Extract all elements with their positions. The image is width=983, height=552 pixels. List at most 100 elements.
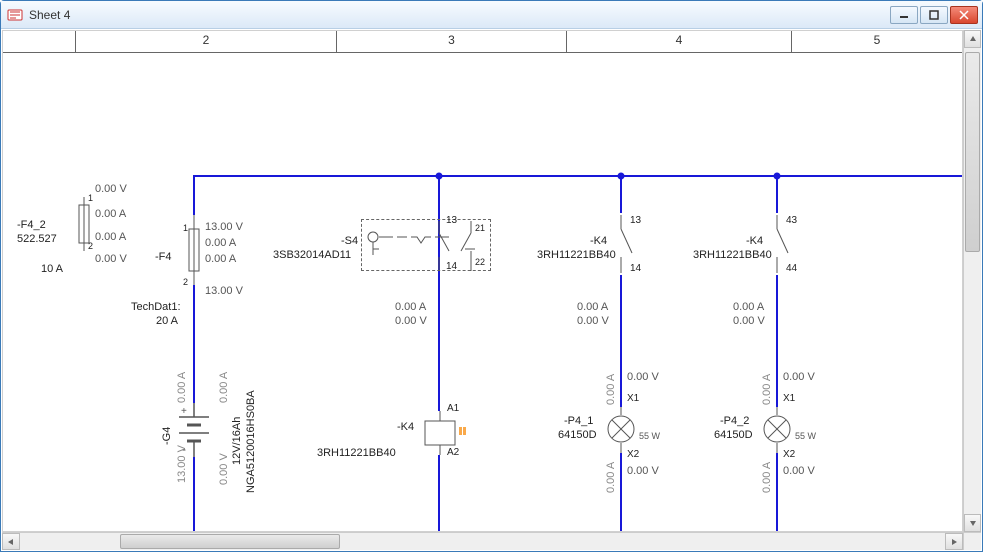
meas-voltage: 13.00 V [176,445,188,483]
component-rating: 20 A [156,315,178,327]
scrollbar-corner [963,532,981,550]
meas-voltage: 0.00 V [627,371,659,383]
coil-k4 [421,411,469,455]
lamp-wattage: 55 W [639,431,660,441]
chevron-down-icon [969,519,977,527]
maximize-button[interactable] [920,6,948,24]
component-ref: -G4 [161,427,173,445]
scroll-right-button[interactable] [945,533,963,550]
component-part: 3SB32014AD11 [273,249,351,261]
minimize-button[interactable] [890,6,918,24]
lamp-p4-1 [606,407,636,453]
ruler-cell: 5 [792,31,962,52]
lamp-wattage: 55 W [795,431,816,441]
chevron-right-icon [950,538,958,546]
column-ruler: 2 3 4 5 [3,31,962,53]
minimize-icon [899,10,909,20]
schematic-canvas[interactable]: 2 3 4 5 [3,31,962,531]
close-button[interactable] [950,6,978,24]
maximize-icon [929,10,939,20]
meas-current: 0.00 A [218,372,230,403]
horizontal-scrollbar[interactable] [2,532,963,550]
meas-current: 0.00 A [205,237,236,249]
component-part: 3RH11221BB40 [317,447,396,459]
scroll-up-button[interactable] [964,30,981,48]
component-ref: -P4_2 [720,415,749,427]
component-part: 522.527 [17,233,57,245]
ruler-cell: 3 [337,31,567,52]
junction-node [436,173,443,180]
wire [193,175,195,215]
meas-current: 0.00 A [95,231,126,243]
component-ref: -K4 [590,235,607,247]
scroll-down-button[interactable] [964,514,981,532]
meas-voltage: 0.00 V [783,465,815,477]
meas-voltage: 13.00 V [205,285,243,297]
pin-label: A2 [447,447,459,458]
component-desc: 12V/16Ah [231,417,243,465]
pin-label: X2 [627,449,639,460]
pin-label: X1 [783,393,795,404]
component-ref: -F4_2 [17,219,46,231]
meas-current: 0.00 A [577,301,608,313]
lamp-p4-2 [762,407,792,453]
switch-s4 [361,221,491,271]
meas-voltage: 0.00 V [95,183,127,195]
chevron-up-icon [969,35,977,43]
hscroll-track[interactable] [20,533,945,550]
client-area: 2 3 4 5 [2,30,981,550]
component-ref: -P4_1 [564,415,593,427]
window-title: Sheet 4 [29,8,890,22]
meas-current: 0.00 A [605,374,617,405]
pin-label: 13 [630,215,641,226]
titlebar[interactable]: Sheet 4 [1,1,982,29]
pin-label: 1 [183,223,188,233]
component-part: NGA5120016HS0BA [245,390,257,493]
component-part: 64150D [714,429,753,441]
app-icon [7,7,23,23]
app-window: Sheet 4 2 3 4 5 [0,0,983,552]
meas-voltage: 0.00 V [218,453,230,485]
component-ref: -F4 [155,251,172,263]
component-ref: -K4 [397,421,414,433]
vscroll-thumb[interactable] [965,52,980,252]
pin-label: 13 [446,215,457,226]
component-ref: -K4 [746,235,763,247]
meas-voltage: 0.00 V [783,371,815,383]
component-part: 3RH11221BB40 [537,249,616,261]
meas-voltage: 0.00 V [395,315,427,327]
component-part: 64150D [558,429,597,441]
meas-current: 0.00 A [176,372,188,403]
canvas-scrollport[interactable]: 2 3 4 5 [2,30,963,532]
chevron-left-icon [7,538,15,546]
meas-voltage: 0.00 V [627,465,659,477]
wire-bus-top [193,175,963,177]
component-rating: 10 A [41,263,63,275]
junction-node [774,173,781,180]
scroll-left-button[interactable] [2,533,20,550]
junction-node [618,173,625,180]
meas-voltage: 0.00 V [577,315,609,327]
pin-label: A1 [447,403,459,414]
pin-label: 2 [183,277,188,287]
ruler-cell [3,31,76,52]
vertical-scrollbar[interactable] [963,30,981,532]
meas-current: 0.00 A [205,253,236,265]
component-techdat: TechDat1: [131,301,181,313]
drawing-area[interactable]: 1 2 -F4_2 522.527 10 A 0.00 V 0.00 A 0.0… [3,53,962,530]
pin-label: 22 [475,257,485,267]
ruler-cell: 2 [76,31,337,52]
pin-label: X2 [783,449,795,460]
vscroll-track[interactable] [964,48,981,514]
meas-voltage: 13.00 V [205,221,243,233]
pin-label: 43 [786,215,797,226]
pin-label: 14 [446,261,457,272]
component-ref: -S4 [341,235,358,247]
pin-label: 21 [475,223,485,233]
hscroll-thumb[interactable] [120,534,340,549]
meas-current: 0.00 A [395,301,426,313]
meas-current: 0.00 A [761,374,773,405]
meas-current: 0.00 A [95,208,126,220]
pin-label: 14 [630,263,641,274]
meas-voltage: 0.00 V [733,315,765,327]
